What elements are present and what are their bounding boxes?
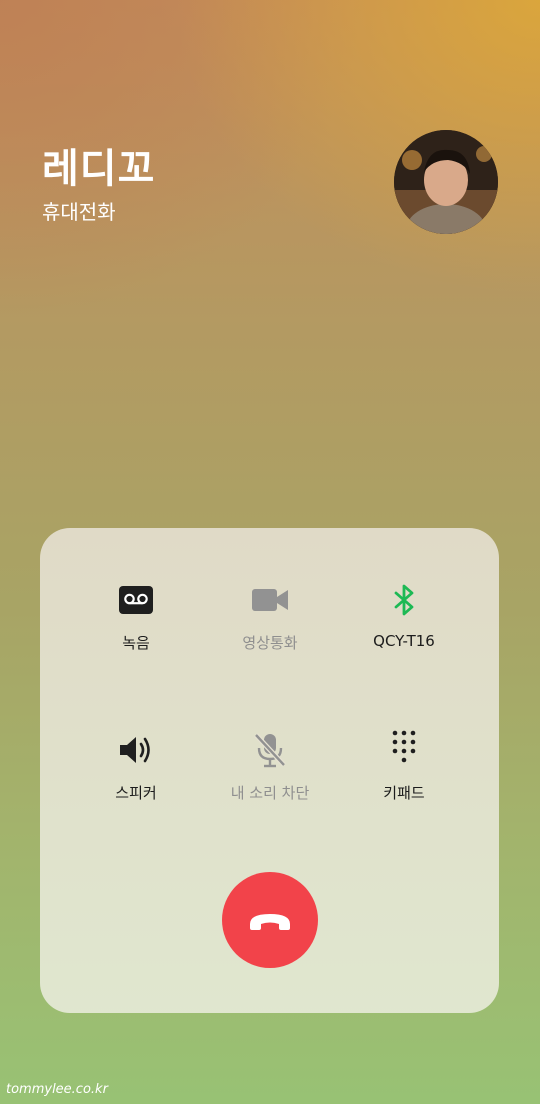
video-call-button[interactable]: 영상통화 <box>200 580 340 690</box>
avatar <box>394 130 498 234</box>
end-call-button[interactable] <box>222 872 318 968</box>
bluetooth-icon <box>384 580 424 620</box>
record-label: 녹음 <box>122 634 150 652</box>
video-camera-icon <box>250 580 290 620</box>
user-photo-avatar <box>394 130 498 234</box>
voicemail-tape-icon <box>116 580 156 620</box>
video-call-label: 영상통화 <box>242 634 298 652</box>
dialpad-icon <box>384 730 424 770</box>
hang-up-phone-icon <box>250 914 290 930</box>
speaker-volume-icon <box>116 730 156 770</box>
keypad-button[interactable]: 키패드 <box>334 730 474 840</box>
caller-name: 레디꼬 <box>42 146 156 192</box>
speaker-label: 스피커 <box>115 784 157 802</box>
caller-phone-type: 휴대전화 <box>42 200 116 224</box>
bluetooth-device-label: QCY-T16 <box>373 632 435 650</box>
record-button[interactable]: 녹음 <box>66 580 206 690</box>
call-controls-panel: 녹음 영상통화 QCY-T16 스피커 내 소리 차단 키패드 <box>40 528 499 1013</box>
mute-button[interactable]: 내 소리 차단 <box>200 730 340 840</box>
mic-off-icon <box>250 730 290 770</box>
speaker-button[interactable]: 스피커 <box>66 730 206 840</box>
keypad-label: 키패드 <box>383 784 425 802</box>
bluetooth-button[interactable]: QCY-T16 <box>334 580 474 690</box>
mute-label: 내 소리 차단 <box>230 784 310 802</box>
watermark: tommylee.co.kr <box>6 1082 108 1097</box>
